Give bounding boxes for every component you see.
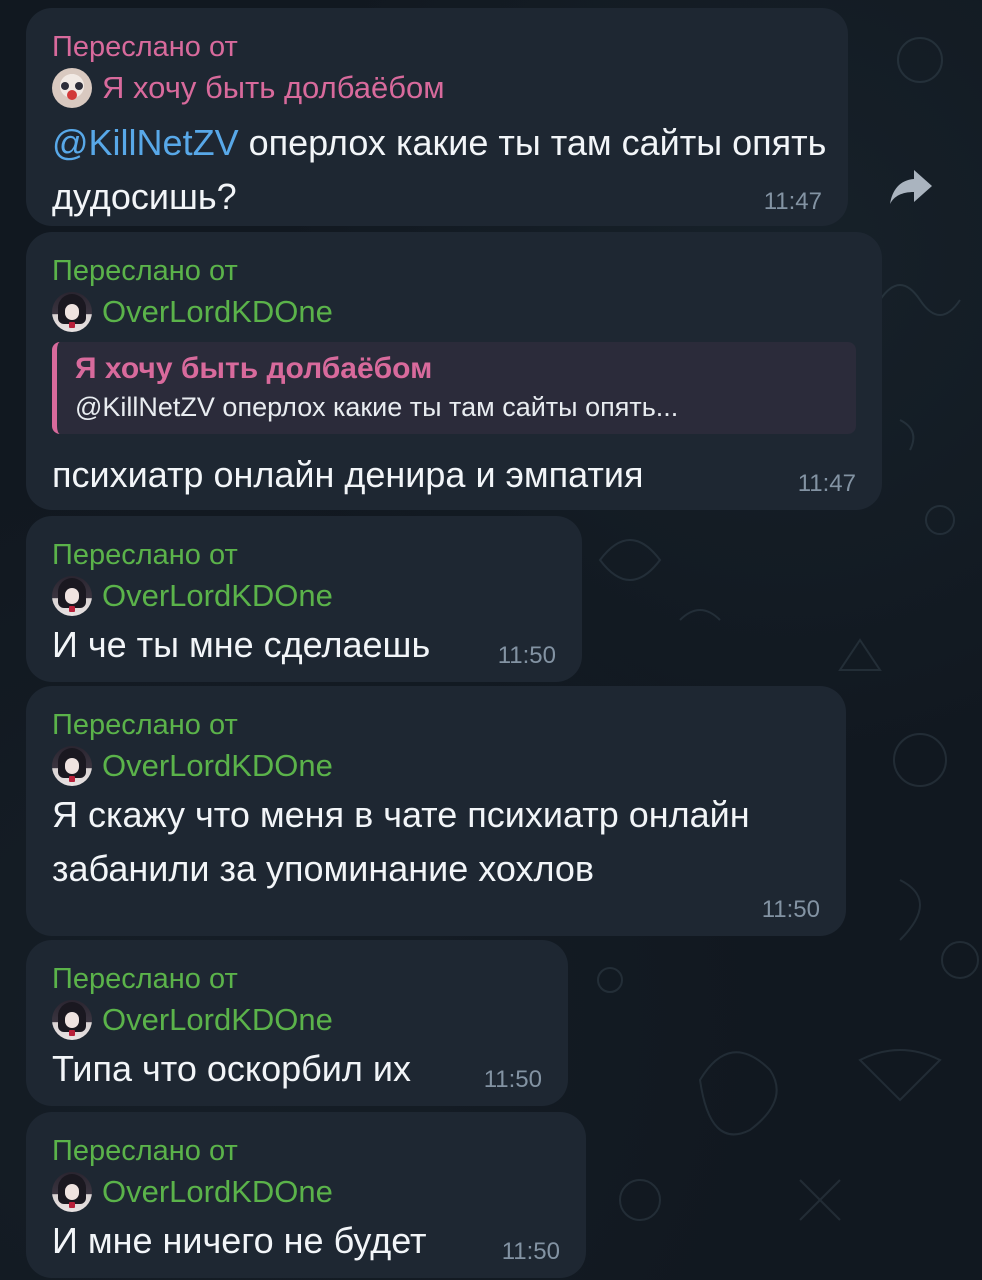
anime-girl-avatar xyxy=(52,1000,92,1040)
reply-text: @KillNetZV оперлох какие ты там сайты оп… xyxy=(75,392,679,422)
author-name[interactable]: OverLordKDOne xyxy=(102,1172,333,1212)
anime-girl-avatar xyxy=(52,292,92,332)
message-bubble[interactable]: Переслано от Я хочу быть долбаёбом @Kill… xyxy=(26,8,848,226)
forwarded-from-label: Переслано от xyxy=(52,709,238,741)
message-bubble[interactable]: Переслано от OverLordKDOne Типа что оско… xyxy=(26,940,568,1106)
forwarded-from-label: Переслано от xyxy=(52,1135,238,1167)
message-text: психиатр онлайн денира и эмпатия xyxy=(52,454,644,495)
anime-girl-avatar xyxy=(52,746,92,786)
anime-girl-avatar xyxy=(52,1172,92,1212)
author-name[interactable]: OverLordKDOne xyxy=(102,576,333,616)
message-bubble[interactable]: Переслано от OverLordKDOne И че ты мне с… xyxy=(26,516,582,682)
forwarded-from-label: Переслано от xyxy=(52,539,238,571)
message-text: @KillNetZV оперлох какие ты там сайты оп… xyxy=(52,116,832,224)
author-name[interactable]: Я хочу быть долбаёбом xyxy=(102,68,445,108)
message-time: 11:50 xyxy=(497,642,556,669)
message-text: Типа что оскорбил их xyxy=(52,1048,411,1089)
forwarded-from-label: Переслано от xyxy=(52,255,238,287)
forward-author[interactable]: OverLordKDOne xyxy=(52,744,820,788)
message-time: 11:47 xyxy=(763,188,822,215)
message-bubble[interactable]: Переслано от OverLordKDOne Я хочу быть д… xyxy=(26,232,882,510)
author-name[interactable]: OverLordKDOne xyxy=(102,292,333,332)
forwarded-from-label: Переслано от xyxy=(52,963,238,995)
message-time: 11:47 xyxy=(797,470,856,497)
reply-quote[interactable]: Я хочу быть долбаёбом @KillNetZV оперлох… xyxy=(52,342,856,434)
message-bubble[interactable]: Переслано от OverLordKDOne И мне ничего … xyxy=(26,1112,586,1278)
message-time: 11:50 xyxy=(761,896,820,923)
clown-avatar xyxy=(52,68,92,108)
author-name[interactable]: OverLordKDOne xyxy=(102,746,333,786)
forward-author[interactable]: OverLordKDOne xyxy=(52,574,556,618)
forward-author[interactable]: OverLordKDOne xyxy=(52,998,542,1042)
mention-link[interactable]: @KillNetZV xyxy=(52,122,239,163)
forwarded-from-label: Переслано от xyxy=(52,31,238,63)
message-text: И мне ничего не будет xyxy=(52,1220,427,1261)
anime-girl-avatar xyxy=(52,576,92,616)
forward-author[interactable]: OverLordKDOne xyxy=(52,1170,560,1214)
message-bubble[interactable]: Переслано от OverLordKDOne Я скажу что м… xyxy=(26,686,846,936)
author-name[interactable]: OverLordKDOne xyxy=(102,1000,333,1040)
message-text: И че ты мне сделаешь xyxy=(52,624,431,665)
message-time: 11:50 xyxy=(501,1238,560,1265)
reply-author: Я хочу быть долбаёбом xyxy=(75,352,433,385)
share-arrow-icon[interactable] xyxy=(888,166,934,208)
forward-author[interactable]: Я хочу быть долбаёбом xyxy=(52,66,822,110)
message-time: 11:50 xyxy=(483,1066,542,1093)
forward-author[interactable]: OverLordKDOne xyxy=(52,290,856,334)
message-text: Я скажу что меня в чате психиатр онлайн … xyxy=(52,794,750,889)
